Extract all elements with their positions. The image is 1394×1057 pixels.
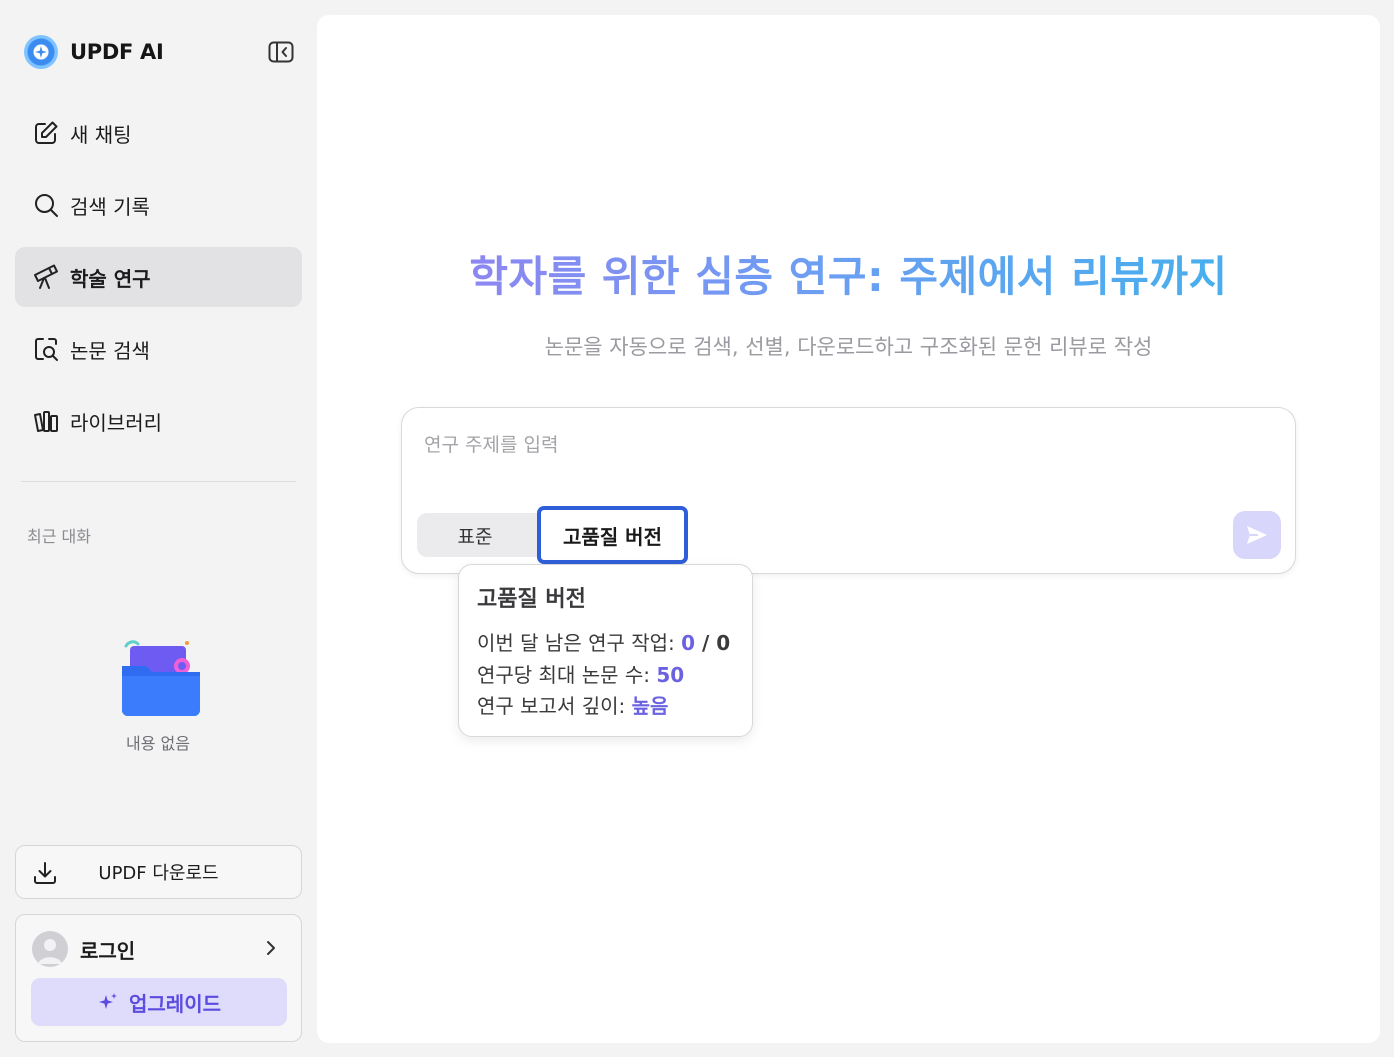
sidebar-item-new-chat[interactable]: 새 채팅 xyxy=(15,103,302,163)
account-card: 로그인 업그레이드 xyxy=(15,914,302,1042)
sidebar-item-label: 라이브러리 xyxy=(70,410,162,435)
sidebar-item-label: 새 채팅 xyxy=(70,122,132,147)
sidebar-item-paper-search[interactable]: 논문 검색 xyxy=(15,319,302,379)
tooltip-row-max-papers: 연구당 최대 논문 수: 50 xyxy=(477,659,684,688)
tooltip-value: 0 xyxy=(716,631,731,655)
download-updf-button[interactable]: UPDF 다운로드 xyxy=(15,845,302,899)
search-icon xyxy=(35,194,58,217)
tooltip-row-depth: 연구 보고서 깊이: 높음 xyxy=(477,690,668,719)
tooltip-label: 연구당 최대 논문 수: xyxy=(477,663,657,687)
sparkle-icon xyxy=(99,993,117,1009)
sidebar-item-label: 논문 검색 xyxy=(70,338,150,363)
research-input-card: 표준 고품질 버전 xyxy=(401,407,1296,574)
upgrade-label: 업그레이드 xyxy=(129,991,221,1016)
user-icon xyxy=(38,939,62,964)
tooltip-value: 50 xyxy=(656,663,685,687)
upgrade-button[interactable]: 업그레이드 xyxy=(31,978,287,1026)
research-topic-input[interactable] xyxy=(424,430,1264,460)
sidebar-item-label: 학술 연구 xyxy=(70,266,151,291)
high-quality-tooltip: 고품질 버전 이번 달 남은 연구 작업: 0 / 0 연구당 최대 논문 수:… xyxy=(458,564,753,737)
page-subtitle: 논문을 자동으로 검색, 선별, 다운로드하고 구조화된 문헌 리뷰로 작성 xyxy=(544,335,1153,359)
sidebar-item-academic-research[interactable]: 학술 연구 xyxy=(15,247,302,307)
sidebar-toggle-icon xyxy=(268,41,294,63)
edit-icon xyxy=(35,121,58,144)
avatar[interactable] xyxy=(32,931,68,967)
tooltip-title: 고품질 버전 xyxy=(477,587,586,612)
login-link[interactable]: 로그인 xyxy=(80,935,135,964)
send-button[interactable] xyxy=(1233,511,1281,559)
sidebar-item-label: 검색 기록 xyxy=(70,194,150,219)
send-icon xyxy=(1247,526,1267,544)
main-panel: 학자를 위한 심층 연구: 주제에서 리뷰까지 논문을 자동으로 검색, 선별,… xyxy=(317,15,1380,1043)
chevron-right-icon[interactable] xyxy=(264,939,278,957)
sidebar: UPDF AI 새 채팅 검색 기록 학술 연구 논문 검색 라이브러리 최근 … xyxy=(0,0,316,1057)
telescope-icon xyxy=(34,264,58,289)
brand[interactable]: UPDF AI xyxy=(24,34,164,70)
mode-standard-button[interactable]: 표준 xyxy=(417,513,533,557)
sidebar-item-search-history[interactable]: 검색 기록 xyxy=(15,175,302,235)
sidebar-item-library[interactable]: 라이브러리 xyxy=(15,391,302,451)
tooltip-separator: / xyxy=(695,631,717,655)
tooltip-label: 이번 달 남은 연구 작업: xyxy=(477,631,682,655)
recent-chats-title: 최근 대화 xyxy=(27,527,91,546)
tooltip-value: 높음 xyxy=(631,694,669,718)
empty-folder-icon xyxy=(122,640,200,716)
mode-toggle: 표준 고품질 버전 xyxy=(417,506,688,564)
empty-state-label: 내용 없음 xyxy=(126,734,190,753)
download-label: UPDF 다운로드 xyxy=(98,863,219,884)
document-search-icon xyxy=(35,338,58,361)
page-title: 학자를 위한 심층 연구: 주제에서 리뷰까지 xyxy=(317,243,1380,304)
collapse-sidebar-button[interactable] xyxy=(268,41,294,63)
library-icon xyxy=(34,411,58,432)
updf-logo-icon xyxy=(24,35,58,69)
tooltip-value: 0 xyxy=(681,631,696,655)
tooltip-row-remaining: 이번 달 남은 연구 작업: 0 / 0 xyxy=(477,627,730,656)
brand-title: UPDF AI xyxy=(70,40,164,64)
mode-high-quality-button[interactable]: 고품질 버전 xyxy=(537,506,688,564)
sidebar-divider xyxy=(21,481,296,482)
tooltip-label: 연구 보고서 깊이: xyxy=(477,694,632,718)
